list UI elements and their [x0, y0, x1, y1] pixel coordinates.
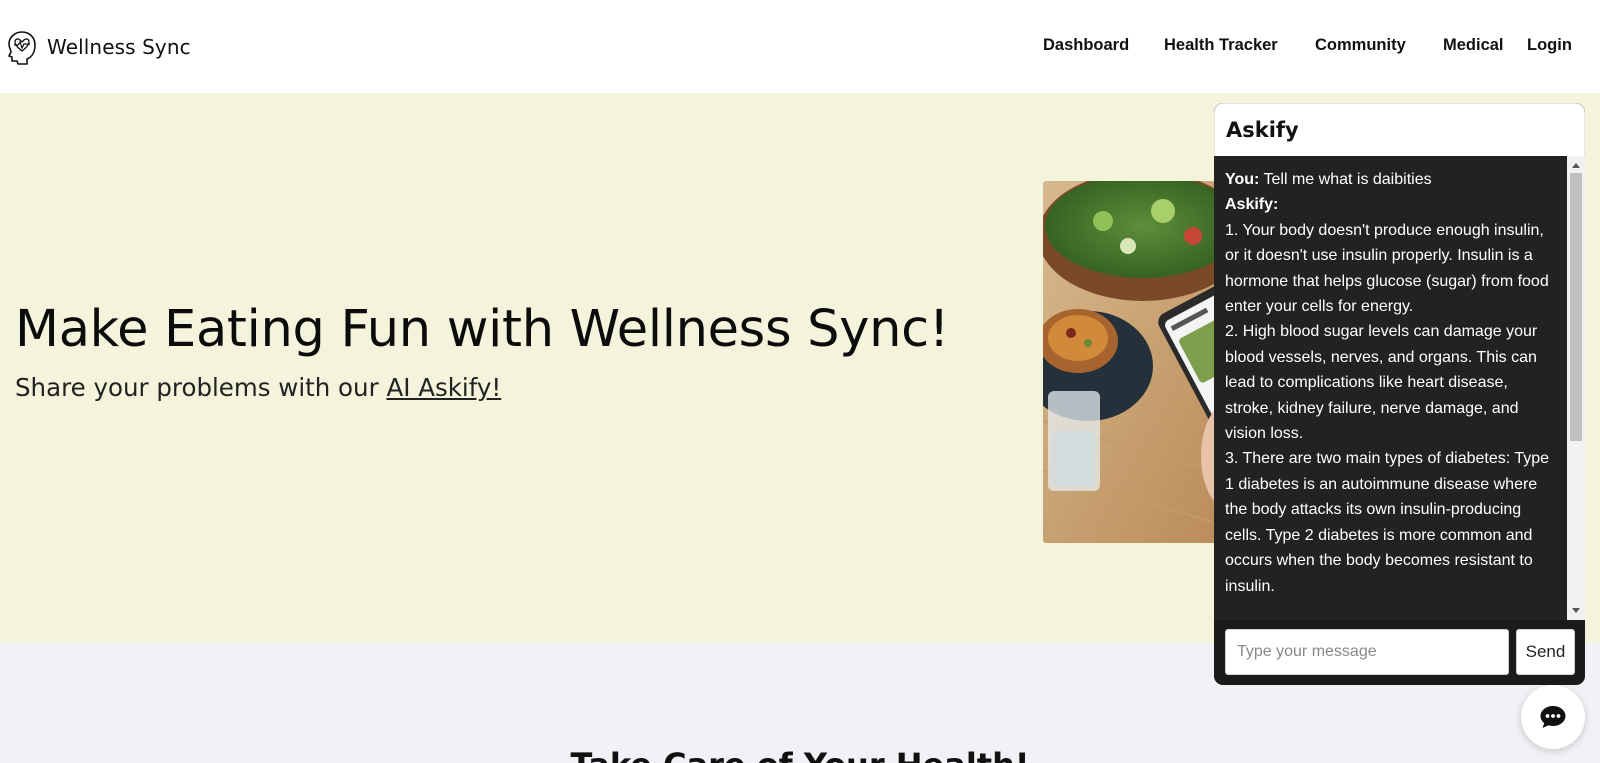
- scroll-up-arrow-icon[interactable]: [1572, 163, 1580, 168]
- nav-community[interactable]: Community: [1315, 36, 1406, 55]
- main-nav: Dashboard Health Tracker Community Medic…: [0, 36, 1600, 58]
- bot-message-line: 2. High blood sugar levels can damage yo…: [1225, 323, 1538, 443]
- chat-scrollbar[interactable]: [1567, 156, 1585, 620]
- chat-toggle-button[interactable]: [1521, 685, 1585, 749]
- user-message-text: Tell me what is daibities: [1263, 171, 1432, 188]
- user-label: You:: [1225, 171, 1260, 188]
- bot-message-line: 3. There are two main types of diabetes:…: [1225, 450, 1550, 595]
- scroll-down-arrow-icon[interactable]: [1572, 608, 1580, 613]
- nav-dashboard[interactable]: Dashboard: [1043, 36, 1129, 55]
- bot-message-line: 1. Your body doesn't produce enough insu…: [1225, 221, 1549, 316]
- nav-login[interactable]: Login: [1527, 36, 1572, 55]
- section-title: Take Care of Your Health!: [0, 746, 1600, 763]
- food-photo: [1043, 181, 1243, 543]
- user-message: You: Tell me what is daibities: [1225, 167, 1550, 192]
- bot-label-row: Askify:: [1225, 192, 1550, 217]
- send-button[interactable]: Send: [1516, 629, 1575, 675]
- chat-messages[interactable]: You: Tell me what is daibities Askify: 1…: [1214, 156, 1567, 620]
- chat-header: Askify: [1214, 103, 1585, 156]
- chat-title: Askify: [1226, 118, 1299, 142]
- nav-health-tracker[interactable]: Health Tracker: [1164, 36, 1278, 55]
- nav-medical[interactable]: Medical: [1443, 36, 1504, 55]
- hero-subtitle-text: Share your problems with our: [15, 373, 387, 402]
- hero-title: Make Eating Fun with Wellness Sync!: [15, 300, 949, 359]
- hero-subtitle: Share your problems with our AI Askify!: [15, 373, 501, 402]
- food-photo-image: [1043, 181, 1243, 543]
- askify-chat-window: Askify You: Tell me what is daibities As…: [1214, 103, 1585, 685]
- chat-transcript: You: Tell me what is daibities Askify: 1…: [1225, 167, 1550, 599]
- chat-bubble-icon: [1540, 706, 1566, 728]
- top-navbar: Wellness Sync Dashboard Health Tracker C…: [0, 0, 1600, 93]
- askify-link[interactable]: AI Askify!: [386, 373, 501, 402]
- bot-label: Askify:: [1225, 196, 1279, 214]
- scroll-thumb[interactable]: [1570, 173, 1582, 441]
- chat-message-input[interactable]: [1225, 629, 1509, 675]
